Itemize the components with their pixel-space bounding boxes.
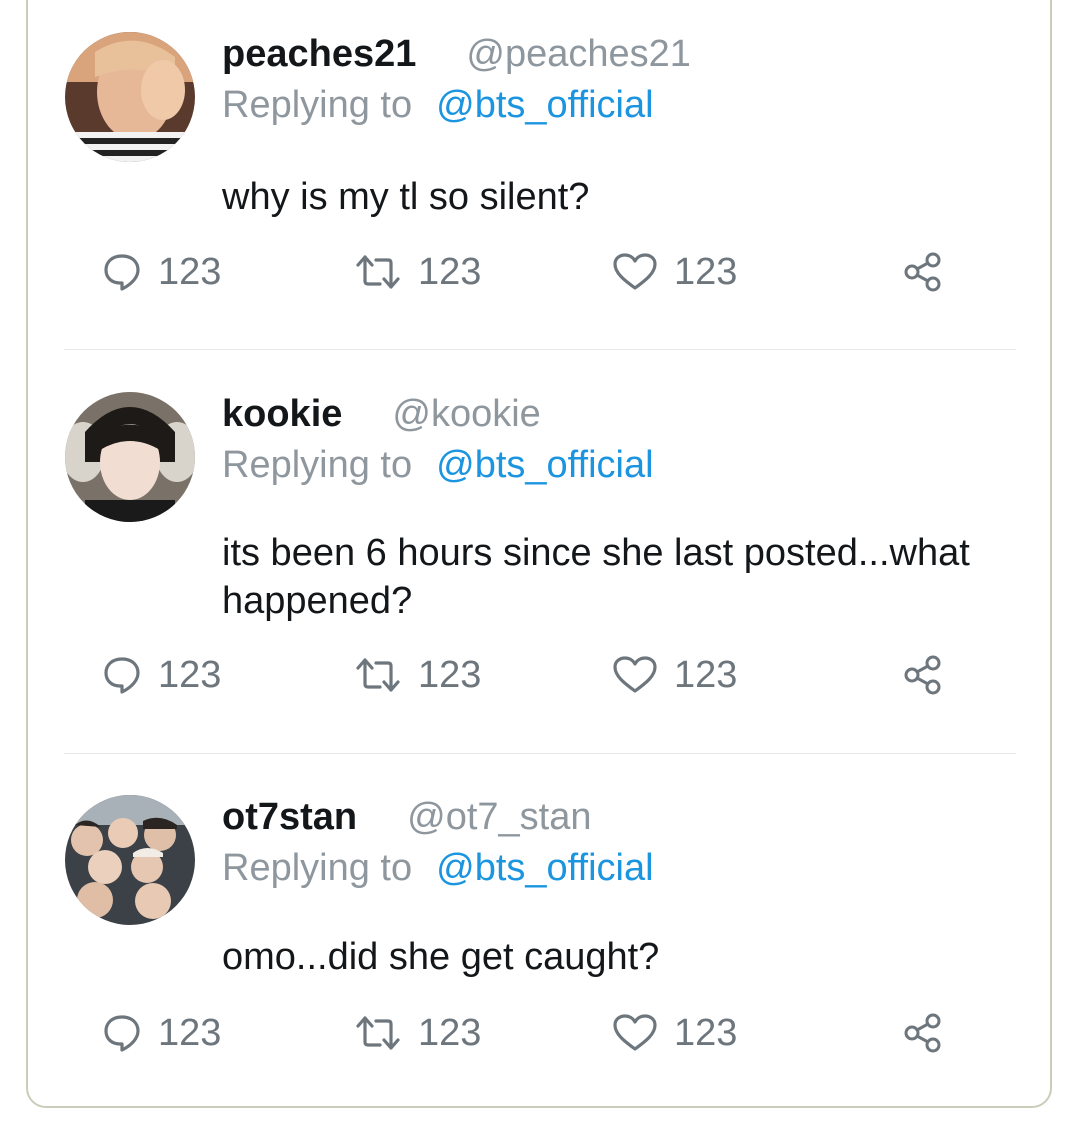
like-count: 123 [674,653,738,696]
reply-count: 123 [158,653,222,696]
avatar[interactable] [65,392,195,522]
display-name[interactable]: ot7stan [222,796,357,838]
tweet-text: omo...did she get caught? [222,936,660,978]
tweet-text: why is my tl so silent? [222,176,590,218]
tweet-text: its been 6 hours since she last posted..… [222,532,970,622]
replying-to-label: Replying to [222,444,413,486]
like-button[interactable]: 123 [612,1008,737,1058]
reply-button[interactable]: 123 [102,1008,221,1058]
user-handle[interactable]: @peaches21 [466,33,691,75]
reply-icon [102,252,142,292]
share-icon [902,654,944,696]
reply-count: 123 [158,250,222,293]
retweet-button[interactable]: 123 [354,247,481,297]
retweet-count: 123 [418,653,482,696]
display-name[interactable]: kookie [222,393,342,435]
reply-button[interactable]: 123 [102,247,221,297]
replying-to-label: Replying to [222,847,413,889]
retweet-button[interactable]: 123 [354,650,481,700]
avatar[interactable] [65,32,195,162]
avatar[interactable] [65,795,195,925]
reply-icon [102,1013,142,1053]
heart-icon [612,252,658,292]
retweet-icon [354,655,402,695]
replying-to-label: Replying to [222,84,413,126]
tweet-actions: 123 123 123 [0,247,1074,297]
like-button[interactable]: 123 [612,650,737,700]
reply-button[interactable]: 123 [102,650,221,700]
divider [64,753,1016,754]
share-icon [902,251,944,293]
reply-icon [102,655,142,695]
user-handle[interactable]: @kookie [392,393,540,435]
like-button[interactable]: 123 [612,247,737,297]
share-icon [902,1012,944,1054]
retweet-button[interactable]: 123 [354,1008,481,1058]
retweet-icon [354,1013,402,1053]
like-count: 123 [674,250,738,293]
display-name[interactable]: peaches21 [222,33,416,75]
heart-icon [612,1013,658,1053]
heart-icon [612,655,658,695]
retweet-count: 123 [418,1011,482,1054]
like-count: 123 [674,1011,738,1054]
tweet-actions: 123 123 123 [0,650,1074,700]
replying-to-link[interactable]: @bts_official [436,444,653,486]
divider [64,349,1016,350]
tweet-actions: 123 123 123 [0,1008,1074,1058]
retweet-count: 123 [418,250,482,293]
share-button[interactable] [902,1008,944,1058]
retweet-icon [354,252,402,292]
replying-to-link[interactable]: @bts_official [436,847,653,889]
reply-count: 123 [158,1011,222,1054]
replying-to-link[interactable]: @bts_official [436,84,653,126]
share-button[interactable] [902,650,944,700]
share-button[interactable] [902,247,944,297]
user-handle[interactable]: @ot7_stan [407,796,591,838]
